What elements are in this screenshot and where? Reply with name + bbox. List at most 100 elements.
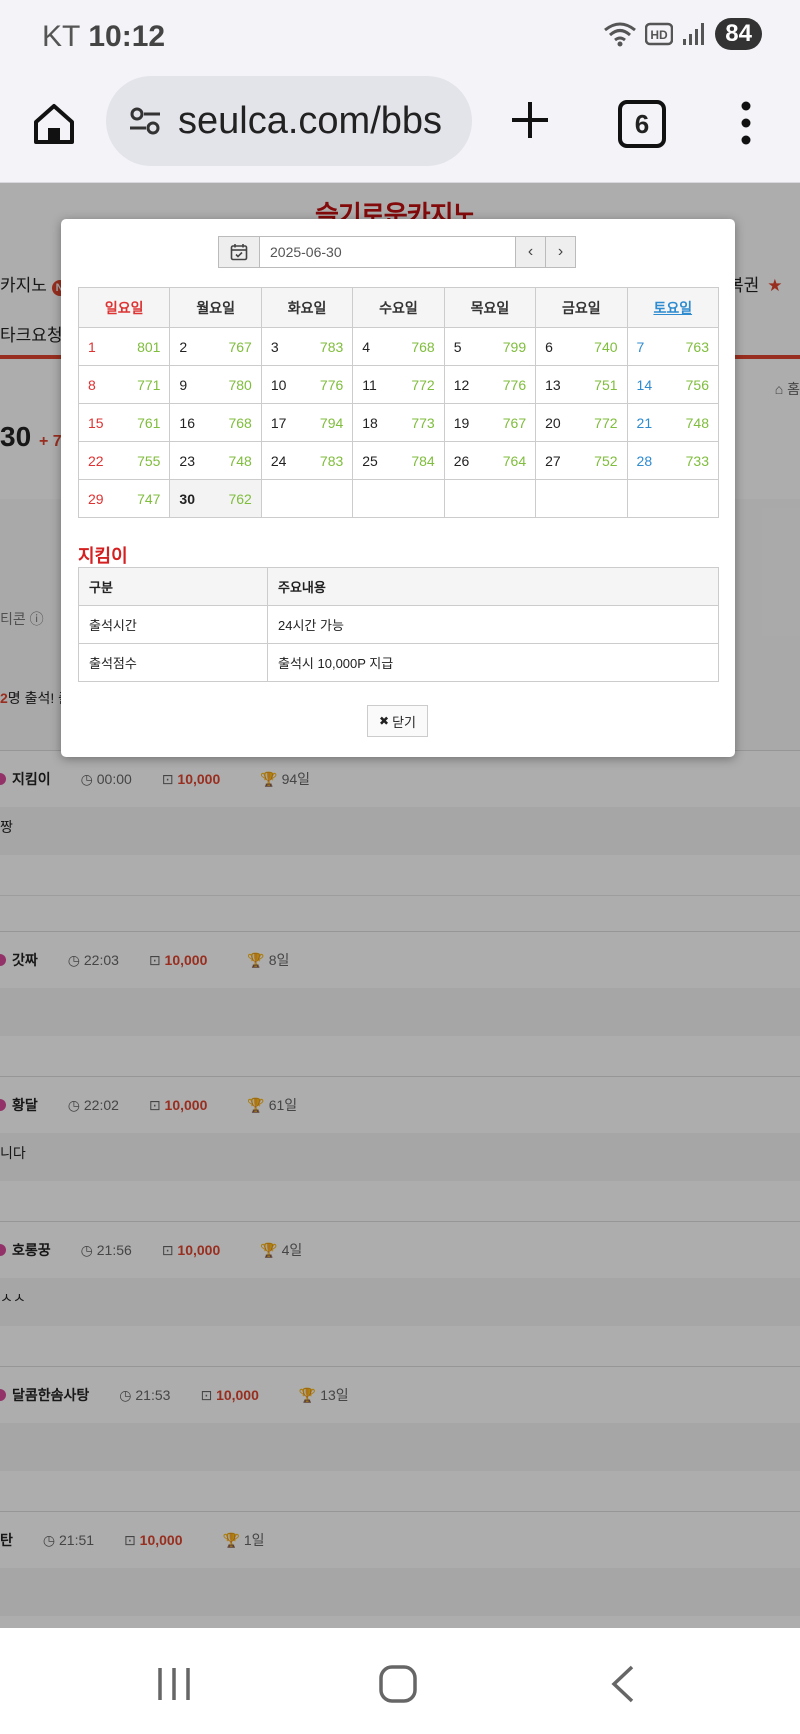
calendar-day-cell[interactable]: 14 756: [626, 365, 720, 404]
chevron-left-icon[interactable]: ‹: [516, 236, 546, 268]
calendar-day-number: 25: [362, 452, 378, 469]
calendar-icon[interactable]: [218, 236, 260, 268]
calendar-day-value: 784: [411, 452, 435, 469]
system-nav-bar: [0, 1628, 800, 1734]
calendar-day-cell[interactable]: 2 767: [169, 327, 262, 366]
calendar-day-number: 21: [636, 414, 653, 431]
calendar-day-number: 9: [179, 376, 188, 393]
calendar-day-cell[interactable]: 15 761: [77, 403, 171, 442]
calendar-day-value: 748: [685, 414, 709, 431]
table-row: 출석점수 출석시 10,000P 지급: [78, 643, 719, 682]
calendar-day-cell[interactable]: 29 747: [77, 479, 171, 518]
close-button[interactable]: ✖ 닫기: [367, 705, 428, 737]
calendar-day-value: 773: [411, 414, 435, 431]
calendar-day-cell[interactable]: 19 767: [443, 403, 537, 442]
calendar-day-number: 11: [362, 376, 377, 393]
calendar-empty-cell: [260, 479, 354, 518]
calendar-day-number: 28: [636, 452, 653, 469]
calendar-day-cell[interactable]: 30 762: [169, 479, 262, 518]
weekday-wednesday: 수요일: [352, 287, 445, 328]
back-icon[interactable]: [608, 1664, 638, 1704]
calendar-day-cell[interactable]: 17 794: [260, 403, 354, 442]
calendar-empty-cell: [626, 479, 720, 518]
calendar-day-number: 18: [362, 414, 378, 431]
info-header-row: 구분 주요내용: [78, 567, 719, 606]
calendar-day-cell[interactable]: 26 764: [443, 441, 537, 480]
calendar-day-value: 748: [228, 452, 252, 469]
calendar-day-cell[interactable]: 20 772: [535, 403, 628, 442]
calendar-day-value: 771: [137, 376, 161, 393]
calendar-week-row: 29 747 30 762: [77, 479, 720, 518]
date-input[interactable]: 2025-06-30: [260, 236, 516, 268]
calendar-day-cell[interactable]: 18 773: [352, 403, 445, 442]
calendar-day-value: 772: [411, 376, 435, 393]
calendar-day-cell[interactable]: 3 783: [260, 327, 354, 366]
calendar-day-value: 783: [319, 452, 344, 469]
clock: 10:12: [88, 20, 166, 53]
calendar-day-cell[interactable]: 22 755: [77, 441, 171, 480]
calendar-day-cell[interactable]: 12 776: [443, 365, 537, 404]
calendar-day-cell[interactable]: 5 799: [443, 327, 537, 366]
calendar-day-cell[interactable]: 11 772: [352, 365, 445, 404]
calendar-day-value: 783: [319, 338, 344, 355]
calendar-day-cell[interactable]: 9 780: [169, 365, 262, 404]
calendar-day-value: 764: [502, 452, 527, 469]
tabs-icon[interactable]: 6: [618, 100, 666, 148]
plus-icon[interactable]: [506, 96, 554, 144]
recents-icon[interactable]: [154, 1666, 194, 1702]
carrier: KT: [42, 20, 81, 53]
calendar-day-number: 1: [88, 338, 96, 355]
signal-icon: [683, 23, 705, 45]
calendar-day-value: 763: [685, 338, 709, 355]
info-header: 주요내용: [267, 567, 719, 606]
calendar-day-value: 756: [685, 376, 709, 393]
calendar-day-cell[interactable]: 8 771: [77, 365, 171, 404]
calendar-day-cell[interactable]: 27 752: [535, 441, 628, 480]
calendar-day-number: 3: [270, 338, 279, 355]
address-bar[interactable]: seulca.com/bbs: [106, 76, 472, 166]
calendar-day-cell[interactable]: 10 776: [260, 365, 354, 404]
calendar-day-value: 768: [411, 338, 435, 355]
calendar-day-value: 768: [228, 414, 252, 431]
calendar-day-value: 762: [228, 490, 252, 507]
calendar-day-number: 4: [362, 338, 371, 355]
tune-icon[interactable]: [128, 104, 162, 138]
calendar-day-value: 755: [137, 452, 161, 469]
info-label: 출석점수: [78, 643, 268, 682]
more-vert-icon[interactable]: [736, 98, 756, 148]
calendar-day-number: 16: [179, 414, 195, 431]
calendar-day-cell[interactable]: 6 740: [535, 327, 628, 366]
calendar-day-number: 22: [88, 452, 104, 469]
calendar-day-cell[interactable]: 23 748: [169, 441, 262, 480]
home-nav-icon[interactable]: [378, 1664, 418, 1704]
chevron-right-icon[interactable]: ›: [546, 236, 576, 268]
calendar-day-cell[interactable]: 1 801: [77, 327, 171, 366]
calendar-table: 일요일 월요일 화요일 수요일 목요일 금요일 토요일 1 801 2 767 3 783…: [77, 287, 720, 518]
calendar-day-value: 752: [594, 452, 618, 469]
home-icon[interactable]: [30, 100, 78, 148]
calendar-day-cell[interactable]: 24 783: [260, 441, 354, 480]
status-bar: KT 10:12 HD 84: [0, 0, 800, 76]
calendar-day-cell[interactable]: 7 763: [626, 327, 720, 366]
calendar-day-cell[interactable]: 25 784: [352, 441, 445, 480]
weekday-saturday[interactable]: 토요일: [626, 287, 720, 328]
calendar-day-number: 19: [453, 414, 470, 431]
calendar-day-value: 747: [137, 490, 161, 507]
calendar-day-number: 17: [270, 414, 287, 431]
calendar-day-cell[interactable]: 13 751: [535, 365, 628, 404]
calendar-day-value: 740: [594, 338, 618, 355]
calendar-day-number: 24: [270, 452, 287, 469]
calendar-day-cell[interactable]: 4 768: [352, 327, 445, 366]
calendar-week-row: 15 761 16 768 17 794 18 773 19 767 20 772 21 748: [77, 403, 720, 442]
table-row: 출석시간 24시간 가능: [78, 605, 719, 644]
info-title: 지킴이: [78, 546, 128, 566]
calendar-day-number: 30: [179, 490, 195, 507]
calendar-empty-cell: [535, 479, 628, 518]
calendar-day-cell[interactable]: 28 733: [626, 441, 720, 480]
calendar-day-number: 2: [179, 338, 188, 355]
svg-text:HD: HD: [651, 28, 669, 42]
calendar-day-cell[interactable]: 21 748: [626, 403, 720, 442]
calendar-day-value: 799: [502, 338, 527, 355]
calendar-day-number: 26: [453, 452, 470, 469]
calendar-day-cell[interactable]: 16 768: [169, 403, 262, 442]
